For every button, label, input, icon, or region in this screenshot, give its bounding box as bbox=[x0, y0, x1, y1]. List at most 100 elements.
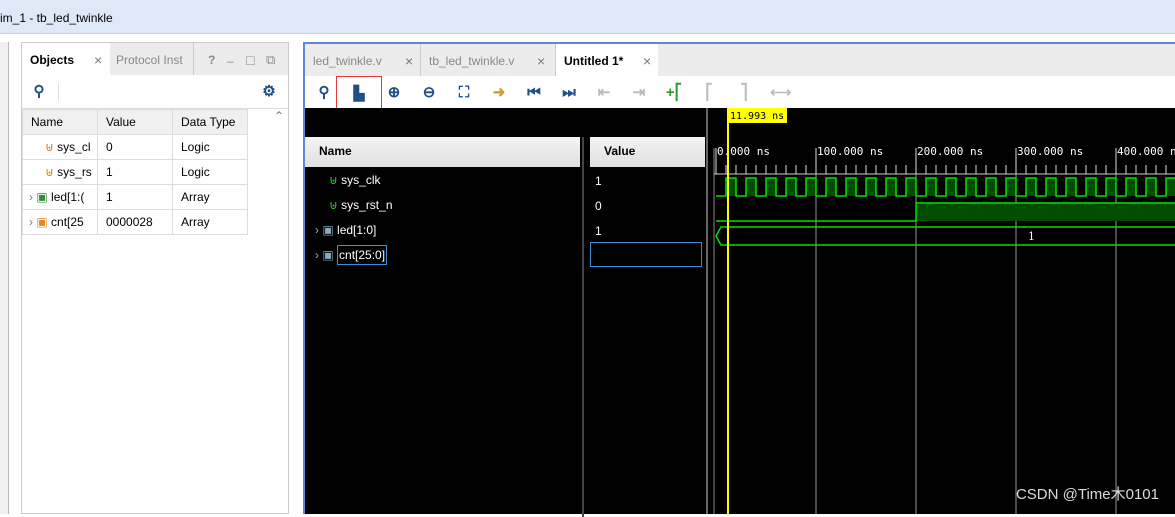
logic-signal-icon: ⊎ bbox=[329, 198, 338, 212]
col-value[interactable]: Value bbox=[97, 109, 173, 135]
logic-signal-icon: ⊎ bbox=[329, 173, 338, 187]
value-column-header[interactable]: Value bbox=[590, 137, 705, 167]
row-name: sys_rs bbox=[57, 165, 92, 179]
clk-high-fill bbox=[966, 178, 976, 196]
time-label: 100.000 ns bbox=[817, 145, 883, 158]
table-row[interactable]: ⊎ sys_cl 0 Logic bbox=[22, 134, 248, 160]
close-icon[interactable]: × bbox=[643, 53, 651, 69]
signal-row[interactable]: › ▣ cnt[25:0] bbox=[315, 243, 388, 268]
signal-name: led[1:0] bbox=[337, 223, 377, 237]
col-name[interactable]: Name bbox=[22, 109, 98, 135]
objects-table: Name Value Data Type ⊎ sys_cl 0 Logic ⊎ sys_… bbox=[22, 109, 248, 235]
waveform-panel: led_twinkle.v × tb_led_twinkle.v × Untit… bbox=[303, 42, 1175, 517]
time-label: 400.000 ns bbox=[1117, 145, 1175, 158]
previous-transition-icon[interactable]: ⇤ bbox=[595, 84, 613, 102]
zoom-fit-icon[interactable]: ⛶ bbox=[455, 84, 473, 102]
clk-high-fill bbox=[1006, 178, 1016, 196]
window-title: im_1 - tb_led_twinkle bbox=[0, 11, 113, 25]
tab-led-twinkle[interactable]: led_twinkle.v bbox=[305, 44, 421, 76]
row-name: cnt[25 bbox=[51, 215, 84, 229]
clk-high-fill bbox=[846, 178, 856, 196]
array-signal-icon: ▣ bbox=[36, 215, 48, 229]
maximize-icon[interactable]: □ bbox=[246, 52, 254, 68]
table-row[interactable]: › ▣ cnt[25 0000028 Array bbox=[22, 209, 248, 235]
signal-name: sys_rst_n bbox=[341, 198, 393, 212]
clk-high-fill bbox=[1046, 178, 1056, 196]
watermark: CSDN @Time木0101 bbox=[1015, 486, 1159, 503]
expand-chevron-icon[interactable]: › bbox=[29, 190, 33, 204]
table-row[interactable]: ⊎ sys_rs 1 Logic bbox=[22, 159, 248, 185]
tab-tb-led-twinkle[interactable]: tb_led_twinkle.v bbox=[421, 44, 556, 76]
next-marker-icon[interactable]: ⎤ bbox=[735, 84, 753, 102]
clk-high-fill bbox=[1026, 178, 1036, 196]
clk-high-fill bbox=[1126, 178, 1136, 196]
clk-high-fill bbox=[1146, 178, 1156, 196]
selected-value-box bbox=[590, 242, 702, 267]
swap-cursors-icon[interactable]: ⟷ bbox=[770, 84, 792, 102]
close-icon[interactable]: × bbox=[537, 53, 545, 69]
zoom-in-icon[interactable]: ⊕ bbox=[385, 84, 403, 102]
signal-name: sys_clk bbox=[341, 173, 381, 187]
close-icon[interactable]: × bbox=[405, 53, 413, 69]
close-icon[interactable]: × bbox=[94, 52, 102, 68]
clk-high-fill bbox=[906, 178, 916, 196]
row-name: led[1:( bbox=[51, 190, 85, 204]
signal-row[interactable]: ⊎ sys_clk bbox=[329, 168, 380, 193]
clk-high-fill bbox=[786, 178, 796, 196]
led-bus-wave bbox=[715, 226, 1175, 246]
previous-marker-icon[interactable]: ⎡ bbox=[700, 84, 718, 102]
gear-icon[interactable]: ⚙ bbox=[260, 83, 278, 101]
save-icon[interactable]: ▙ bbox=[350, 84, 368, 102]
waveform-toolbar: ⚲ ▙ ⊕ ⊖ ⛶ ➜ ⏮ ⏭ ⇤ ⇥ +⎡ ⎡ ⎤ ⟷ bbox=[305, 76, 1175, 110]
clk-high-fill bbox=[946, 178, 956, 196]
column-splitter[interactable] bbox=[582, 137, 584, 517]
cursor-label: 11.993 ns bbox=[730, 111, 784, 122]
col-type[interactable]: Data Type bbox=[172, 109, 248, 135]
float-icon[interactable]: ⧉ bbox=[266, 52, 275, 68]
signal-value: 1 bbox=[595, 174, 602, 188]
clk-high-fill bbox=[1086, 178, 1096, 196]
name-column-header[interactable]: Name bbox=[305, 137, 580, 167]
row-value: 1 bbox=[97, 184, 173, 210]
scroll-up-icon[interactable]: ⌃ bbox=[274, 109, 284, 123]
clk-high-fill bbox=[1066, 178, 1076, 196]
time-label: 200.000 ns bbox=[917, 145, 983, 158]
search-icon[interactable]: ⚲ bbox=[315, 84, 333, 102]
logic-signal-icon: ⊎ bbox=[45, 140, 54, 154]
clk-high-fill bbox=[986, 178, 996, 196]
row-type: Array bbox=[172, 209, 248, 235]
zoom-out-icon[interactable]: ⊖ bbox=[420, 84, 438, 102]
add-marker-icon[interactable]: +⎡ bbox=[665, 84, 683, 102]
help-icon[interactable]: ? bbox=[208, 53, 215, 67]
clk-high-fill bbox=[826, 178, 836, 196]
tab-label: led_twinkle.v bbox=[313, 54, 382, 68]
tab-label: Objects bbox=[30, 53, 75, 67]
signal-row[interactable]: ⊎ sys_rst_n bbox=[329, 193, 393, 218]
clk-high-fill bbox=[746, 178, 756, 196]
title-bar: im_1 - tb_led_twinkle bbox=[0, 0, 1175, 34]
row-type: Array bbox=[172, 184, 248, 210]
clk-high-fill bbox=[806, 178, 816, 196]
clk-high-fill bbox=[926, 178, 936, 196]
go-to-cursor-icon[interactable]: ➜ bbox=[490, 84, 508, 102]
expand-chevron-icon[interactable]: › bbox=[315, 248, 319, 262]
clk-high-fill bbox=[766, 178, 776, 196]
next-transition-icon[interactable]: ⇥ bbox=[630, 84, 648, 102]
row-value: 0 bbox=[97, 134, 173, 160]
go-to-last-time-icon[interactable]: ⏭ bbox=[560, 84, 578, 102]
expand-chevron-icon[interactable]: › bbox=[29, 215, 33, 229]
sys-clk-wave bbox=[716, 177, 1175, 197]
divider bbox=[58, 83, 59, 101]
signal-row[interactable]: › ▣ led[1:0] bbox=[315, 218, 376, 243]
search-icon[interactable]: ⚲ bbox=[30, 83, 48, 101]
table-row[interactable]: › ▣ led[1:(1 Array bbox=[22, 184, 248, 210]
expand-chevron-icon[interactable]: › bbox=[315, 223, 319, 237]
waveform-canvas[interactable]: 0.000 ns 100.000 ns 200.000 ns 300.000 ns 40… bbox=[708, 108, 1175, 514]
go-to-time-zero-icon[interactable]: ⏮ bbox=[525, 84, 543, 102]
row-value: 0000028 bbox=[97, 209, 173, 235]
minimize-icon[interactable]: _ bbox=[227, 49, 234, 63]
clk-high-fill bbox=[886, 178, 896, 196]
tab-protocol-inst[interactable]: Protocol Inst bbox=[108, 43, 194, 75]
array-signal-icon: ▣ bbox=[322, 223, 334, 237]
row-value: 1 bbox=[97, 159, 173, 185]
